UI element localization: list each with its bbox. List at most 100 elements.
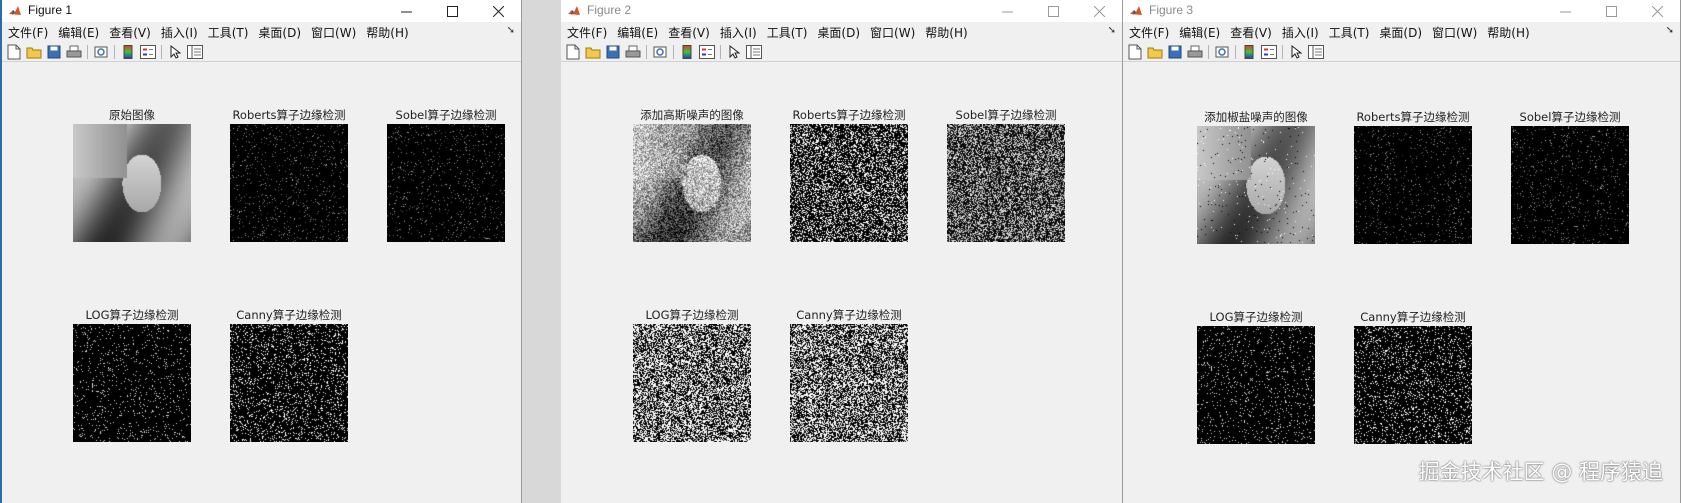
menu-help[interactable]: 帮助(H) [364, 24, 416, 41]
subplot-image[interactable] [790, 324, 908, 442]
subplot[interactable]: 原始图像 [73, 108, 191, 242]
subplot[interactable]: 添加高斯噪声的图像 [633, 108, 751, 242]
close-button[interactable] [475, 0, 521, 22]
subplot-image[interactable] [947, 124, 1065, 242]
menu-help[interactable]: 帮助(H) [923, 24, 975, 41]
menu-file[interactable]: 文件(F) [6, 24, 56, 41]
dock-arrow-icon[interactable]: ➘ [1666, 25, 1674, 36]
figure-window-1[interactable]: Figure 1 文件(F) 编辑(E) 查看(V) 插入(I) 工具(T) 桌… [0, 0, 522, 503]
new-figure-button[interactable] [4, 43, 24, 61]
subplot-image[interactable] [73, 324, 191, 442]
subplot-image[interactable] [1197, 326, 1315, 444]
print-preview-button[interactable] [1212, 43, 1232, 61]
minimize-button[interactable] [984, 0, 1030, 22]
menu-desktop[interactable]: 桌面(D) [256, 24, 309, 41]
subplot-image[interactable] [1354, 326, 1472, 444]
print-button[interactable] [623, 43, 643, 61]
colorbar-button[interactable] [677, 43, 697, 61]
subplot[interactable]: Roberts算子边缘检测 [230, 108, 348, 242]
menu-view[interactable]: 查看(V) [1228, 24, 1280, 41]
title-bar[interactable]: Figure 2 [561, 0, 1122, 22]
title-bar[interactable]: Figure 3 [1123, 0, 1680, 22]
figure-window-2[interactable]: Figure 2 文件(F) 编辑(E) 查看(V) 插入(I) 工具(T) 桌… [561, 0, 1123, 503]
dock-arrow-icon[interactable]: ➘ [1108, 25, 1116, 36]
colorbar-button[interactable] [1239, 43, 1259, 61]
subplot[interactable]: Canny算子边缘检测 [230, 308, 348, 442]
print-preview-button[interactable] [91, 43, 111, 61]
open-file-button[interactable] [1145, 43, 1165, 61]
legend-button[interactable] [697, 43, 717, 61]
subplot-image[interactable] [387, 124, 505, 242]
menu-help[interactable]: 帮助(H) [1485, 24, 1537, 41]
subplot[interactable]: Sobel算子边缘检测 [1511, 110, 1629, 244]
new-figure-button[interactable] [1125, 43, 1145, 61]
edit-plot-button[interactable] [165, 43, 185, 61]
legend-button[interactable] [138, 43, 158, 61]
subplot-image[interactable] [790, 124, 908, 242]
maximize-button[interactable] [429, 0, 475, 22]
save-button[interactable] [1165, 43, 1185, 61]
open-file-button[interactable] [24, 43, 44, 61]
print-preview-button[interactable] [650, 43, 670, 61]
menu-edit[interactable]: 编辑(E) [615, 24, 666, 41]
menu-file[interactable]: 文件(F) [565, 24, 615, 41]
subplot[interactable]: Roberts算子边缘检测 [790, 108, 908, 242]
open-file-button[interactable] [583, 43, 603, 61]
minimize-button[interactable] [383, 0, 429, 22]
menu-insert[interactable]: 插入(I) [159, 24, 206, 41]
subplot-title: LOG算子边缘检测 [1209, 310, 1303, 324]
subplot-image[interactable] [1511, 126, 1629, 244]
menu-insert[interactable]: 插入(I) [1280, 24, 1327, 41]
menu-window[interactable]: 窗口(W) [1430, 24, 1485, 41]
subplot-image[interactable] [633, 324, 751, 442]
subplot[interactable]: LOG算子边缘检测 [73, 308, 191, 442]
menu-tools[interactable]: 工具(T) [765, 24, 816, 41]
subplot-image[interactable] [73, 124, 191, 242]
menu-desktop[interactable]: 桌面(D) [815, 24, 868, 41]
property-editor-button[interactable] [1306, 43, 1326, 61]
maximize-button[interactable] [1030, 0, 1076, 22]
close-button[interactable] [1634, 0, 1680, 22]
save-button[interactable] [603, 43, 623, 61]
subplot-image[interactable] [633, 124, 751, 242]
title-bar[interactable]: Figure 1 [2, 0, 521, 22]
subplot[interactable]: Canny算子边缘检测 [790, 308, 908, 442]
menu-tools[interactable]: 工具(T) [1327, 24, 1378, 41]
menu-tools[interactable]: 工具(T) [206, 24, 257, 41]
legend-button[interactable] [1259, 43, 1279, 61]
subplot-image[interactable] [230, 124, 348, 242]
subplot-image[interactable] [1197, 126, 1315, 244]
menu-window[interactable]: 窗口(W) [868, 24, 923, 41]
subplot[interactable]: Canny算子边缘检测 [1354, 310, 1472, 444]
subplot[interactable]: LOG算子边缘检测 [1197, 310, 1315, 444]
close-button[interactable] [1076, 0, 1122, 22]
save-button[interactable] [44, 43, 64, 61]
subplot[interactable]: Sobel算子边缘检测 [947, 108, 1065, 242]
colorbar-button[interactable] [118, 43, 138, 61]
subplot[interactable]: 添加椒盐噪声的图像 [1197, 110, 1315, 244]
subplot[interactable]: Roberts算子边缘检测 [1354, 110, 1472, 244]
edit-plot-button[interactable] [1286, 43, 1306, 61]
menu-window[interactable]: 窗口(W) [309, 24, 364, 41]
print-button[interactable] [1185, 43, 1205, 61]
menu-edit[interactable]: 编辑(E) [56, 24, 107, 41]
maximize-button[interactable] [1588, 0, 1634, 22]
minimize-button[interactable] [1542, 0, 1588, 22]
menu-insert[interactable]: 插入(I) [718, 24, 765, 41]
subplot-image[interactable] [230, 324, 348, 442]
menu-view[interactable]: 查看(V) [666, 24, 718, 41]
dock-arrow-icon[interactable]: ➘ [507, 25, 515, 36]
menu-desktop[interactable]: 桌面(D) [1377, 24, 1430, 41]
subplot[interactable]: LOG算子边缘检测 [633, 308, 751, 442]
menu-view[interactable]: 查看(V) [107, 24, 159, 41]
property-editor-button[interactable] [185, 43, 205, 61]
menu-edit[interactable]: 编辑(E) [1177, 24, 1228, 41]
print-button[interactable] [64, 43, 84, 61]
figure-window-3[interactable]: Figure 3 文件(F) 编辑(E) 查看(V) 插入(I) 工具(T) 桌… [1123, 0, 1681, 503]
subplot-image[interactable] [1354, 126, 1472, 244]
subplot[interactable]: Sobel算子边缘检测 [387, 108, 505, 242]
edit-plot-button[interactable] [724, 43, 744, 61]
new-figure-button[interactable] [563, 43, 583, 61]
menu-file[interactable]: 文件(F) [1127, 24, 1177, 41]
property-editor-button[interactable] [744, 43, 764, 61]
